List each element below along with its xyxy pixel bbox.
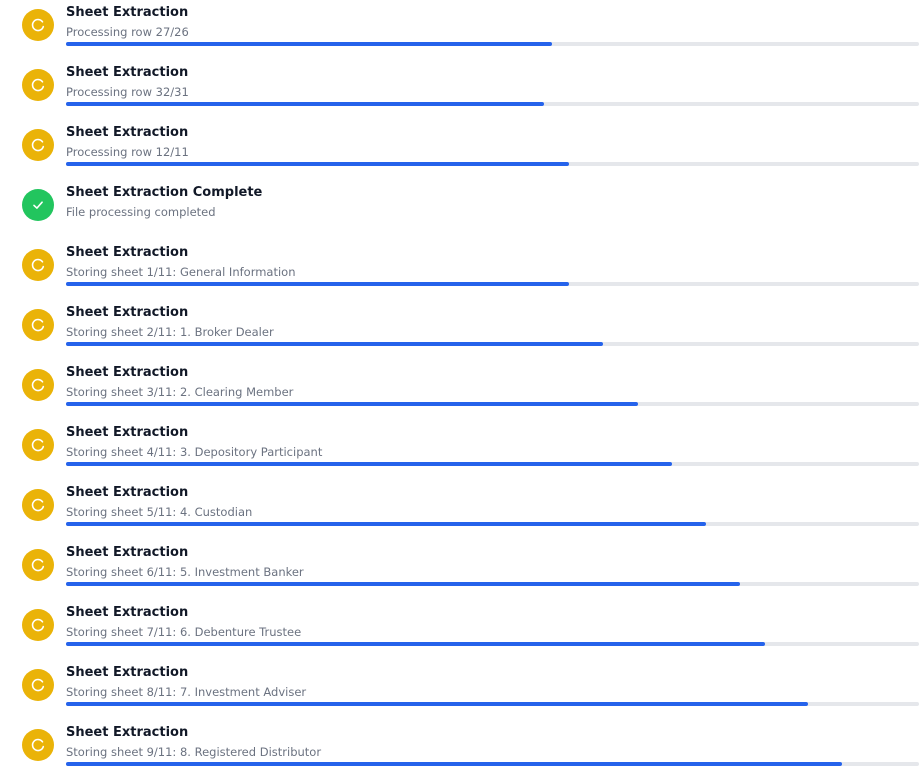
task-item: Sheet Extraction Storing sheet 6/11: 5. I…	[0, 540, 919, 596]
task-status-text: Storing sheet 8/11: 7. Investment Advise…	[66, 685, 307, 699]
progress-bar	[66, 582, 919, 586]
progress-fill	[66, 402, 638, 406]
task-item: Sheet Extraction Storing sheet 9/11: 8. R…	[0, 720, 919, 773]
task-title: Sheet Extraction	[66, 485, 189, 500]
progress-fill	[66, 282, 570, 286]
progress-bar	[66, 762, 919, 766]
task-status-text: Storing sheet 9/11: 8. Registered Distri…	[66, 745, 322, 759]
task-status-text: Storing sheet 1/11: General Information	[66, 265, 296, 279]
progress-fill	[66, 342, 604, 346]
task-item: Sheet Extraction Processing row 12/11	[0, 120, 919, 176]
task-status-text: Storing sheet 3/11: 2. Clearing Member	[66, 385, 294, 399]
check-icon	[22, 189, 54, 221]
progress-fill	[66, 42, 553, 46]
progress-bar	[66, 702, 919, 706]
spinner-icon	[22, 429, 54, 461]
spinner-icon	[22, 729, 54, 761]
task-item: Sheet Extraction Storing sheet 5/11: 4. C…	[0, 480, 919, 536]
task-status-text: Storing sheet 2/11: 1. Broker Dealer	[66, 325, 274, 339]
task-title: Sheet Extraction	[66, 5, 189, 20]
progress-bar	[66, 402, 919, 406]
progress-fill	[66, 162, 570, 166]
progress-bar	[66, 522, 919, 526]
progress-fill	[66, 102, 544, 106]
task-title: Sheet Extraction Complete	[66, 185, 263, 200]
spinner-icon	[22, 129, 54, 161]
progress-bar	[66, 462, 919, 466]
task-status-text: Processing row 32/31	[66, 85, 189, 99]
progress-bar	[66, 642, 919, 646]
task-title: Sheet Extraction	[66, 725, 189, 740]
spinner-icon	[22, 669, 54, 701]
task-title: Sheet Extraction	[66, 125, 189, 140]
progress-bar	[66, 162, 919, 166]
task-list: Sheet Extraction Processing row 27/26 Shee…	[0, 0, 919, 773]
task-title: Sheet Extraction	[66, 545, 189, 560]
task-item: Sheet Extraction Processing row 27/26	[0, 0, 919, 56]
task-item: Sheet Extraction Storing sheet 4/11: 3. D…	[0, 420, 919, 476]
progress-fill	[66, 582, 740, 586]
task-title: Sheet Extraction	[66, 245, 189, 260]
task-item: Sheet Extraction Processing row 32/31	[0, 60, 919, 116]
spinner-icon	[22, 489, 54, 521]
task-item: Sheet Extraction Storing sheet 1/11: Gene…	[0, 240, 919, 296]
task-item: Sheet Extraction Storing sheet 2/11: 1. B…	[0, 300, 919, 356]
progress-bar	[66, 102, 919, 106]
progress-fill	[66, 522, 706, 526]
task-status-text: Processing row 27/26	[66, 25, 189, 39]
task-title: Sheet Extraction	[66, 305, 189, 320]
task-item: Sheet Extraction Storing sheet 7/11: 6. D…	[0, 600, 919, 656]
progress-bar	[66, 342, 919, 346]
task-title: Sheet Extraction	[66, 665, 189, 680]
spinner-icon	[22, 549, 54, 581]
progress-bar	[66, 282, 919, 286]
progress-fill	[66, 762, 843, 766]
task-status-text: File processing completed	[66, 205, 216, 219]
task-status-text: Storing sheet 5/11: 4. Custodian	[66, 505, 253, 519]
spinner-icon	[22, 309, 54, 341]
task-item: Sheet Extraction Storing sheet 8/11: 7. I…	[0, 660, 919, 716]
progress-fill	[66, 702, 809, 706]
progress-bar	[66, 42, 919, 46]
spinner-icon	[22, 69, 54, 101]
task-title: Sheet Extraction	[66, 605, 189, 620]
spinner-icon	[22, 369, 54, 401]
task-title: Sheet Extraction	[66, 425, 189, 440]
task-title: Sheet Extraction	[66, 65, 189, 80]
task-status-text: Storing sheet 7/11: 6. Debenture Trustee	[66, 625, 302, 639]
task-item: Sheet Extraction Storing sheet 3/11: 2. C…	[0, 360, 919, 416]
task-item: Sheet Extraction Complete File processing…	[0, 180, 919, 236]
task-status-text: Storing sheet 4/11: 3. Depository Partic…	[66, 445, 323, 459]
progress-fill	[66, 462, 672, 466]
task-status-text: Processing row 12/11	[66, 145, 189, 159]
progress-fill	[66, 642, 766, 646]
spinner-icon	[22, 249, 54, 281]
spinner-icon	[22, 9, 54, 41]
task-title: Sheet Extraction	[66, 365, 189, 380]
spinner-icon	[22, 609, 54, 641]
task-status-text: Storing sheet 6/11: 5. Investment Banker	[66, 565, 304, 579]
